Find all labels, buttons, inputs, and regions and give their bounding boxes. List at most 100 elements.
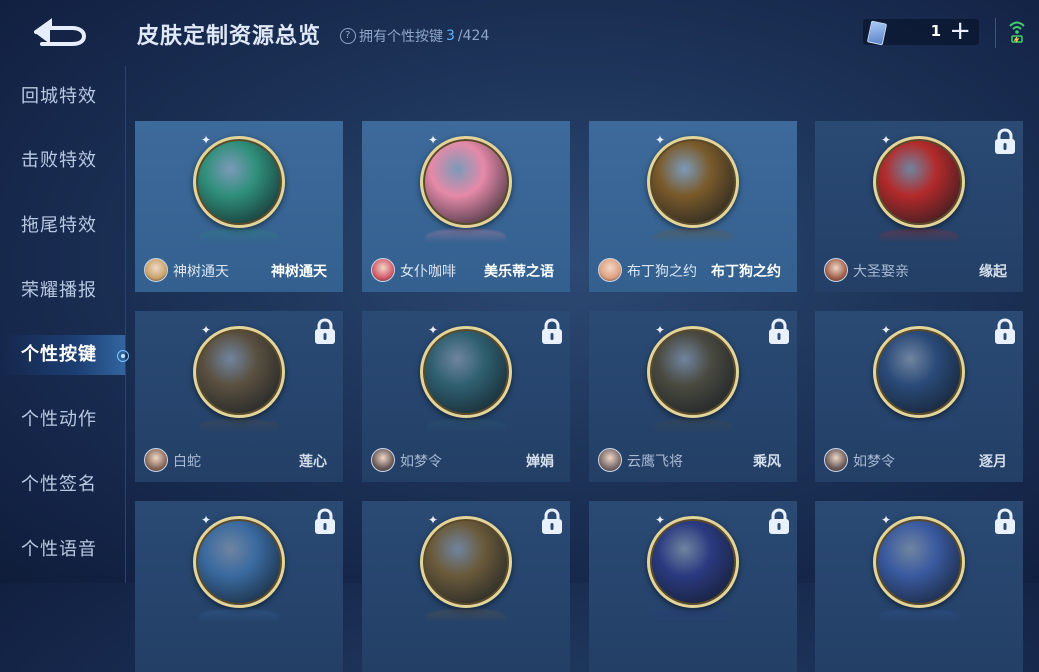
active-indicator-dot	[117, 350, 129, 362]
hero-avatar	[144, 448, 168, 472]
skin-button-card[interactable]: ✦ 如梦令 逐月	[815, 311, 1023, 482]
medal-reflection	[879, 609, 959, 623]
sparkle-icon: ✦	[655, 133, 666, 147]
hero-avatar	[371, 258, 395, 282]
hero-skin-name: 女仆咖啡	[400, 264, 456, 280]
sparkle-icon: ✦	[881, 133, 892, 147]
sparkle-icon: ✦	[655, 323, 666, 337]
lock-icon	[769, 318, 789, 344]
skin-button-medal-icon	[193, 326, 285, 418]
button-skin-name: 莲心	[299, 454, 327, 470]
skin-button-medal-icon	[420, 516, 512, 608]
skin-button-card[interactable]: ✦ 白蛇 莲心	[135, 311, 343, 482]
skin-button-medal-icon	[420, 136, 512, 228]
button-skin-name: 缘起	[979, 264, 1007, 280]
button-skin-name: 乘风	[753, 454, 781, 470]
sparkle-icon: ✦	[881, 513, 892, 527]
sparkle-icon: ✦	[201, 323, 212, 337]
medal-reflection	[879, 229, 959, 243]
wifi-icon	[1009, 21, 1025, 43]
medal-reflection	[199, 229, 279, 243]
button-skin-name: 神树通天	[271, 264, 327, 280]
coupon-card-icon	[866, 20, 888, 46]
skin-button-card[interactable]: ✦ 女仆咖啡 美乐蒂之语	[362, 121, 570, 292]
skin-button-medal-icon	[647, 516, 739, 608]
skin-button-card[interactable]: ✦ 神树通天 神树通天	[135, 121, 343, 292]
skin-button-medal-icon	[193, 516, 285, 608]
medal-reflection	[653, 419, 733, 433]
card-footer: 神树通天 神树通天	[135, 252, 343, 292]
sparkle-icon: ✦	[881, 323, 892, 337]
button-skin-name: 布丁狗之约	[711, 264, 781, 280]
sidebar-item-kill-effect[interactable]: 击败特效	[0, 141, 125, 181]
skin-button-card[interactable]: ✦ 布丁狗之约 布丁狗之约	[589, 121, 797, 292]
hero-skin-name: 如梦令	[400, 454, 442, 470]
total-count: /424	[457, 28, 490, 44]
medal-reflection	[426, 609, 506, 623]
sparkle-icon: ✦	[201, 513, 212, 527]
sparkle-icon: ✦	[201, 133, 212, 147]
sparkle-icon: ✦	[428, 323, 439, 337]
add-currency-button[interactable]: +	[949, 17, 971, 45]
skin-button-card[interactable]: ✦ 云鹰飞将 乘风	[589, 311, 797, 482]
skin-button-medal-icon	[873, 326, 965, 418]
button-skin-name: 美乐蒂之语	[484, 264, 554, 280]
skin-button-card[interactable]: ✦	[815, 501, 1023, 672]
hero-skin-name: 如梦令	[853, 454, 895, 470]
card-footer: 如梦令 婵娟	[362, 442, 570, 482]
sidebar-item-trail-effect[interactable]: 拖尾特效	[0, 206, 125, 246]
skin-button-card[interactable]: ✦	[362, 501, 570, 672]
button-skin-name: 婵娟	[526, 454, 554, 470]
hero-skin-name: 神树通天	[173, 264, 229, 280]
skin-button-card[interactable]: ✦ 大圣娶亲 缘起	[815, 121, 1023, 292]
skin-button-medal-icon	[647, 136, 739, 228]
skin-button-medal-icon	[193, 136, 285, 228]
header-divider	[995, 18, 996, 48]
lock-icon	[542, 508, 562, 534]
hero-skin-name: 白蛇	[173, 454, 201, 470]
skin-button-card[interactable]: ✦	[135, 501, 343, 672]
sparkle-icon: ✦	[428, 513, 439, 527]
back-arrow-icon[interactable]	[28, 14, 90, 50]
sidebar-item-custom-actions[interactable]: 个性动作	[0, 400, 125, 440]
lock-icon	[995, 128, 1015, 154]
card-footer: 大圣娶亲 缘起	[815, 252, 1023, 292]
medal-reflection	[653, 229, 733, 243]
hero-skin-name: 布丁狗之约	[627, 264, 697, 280]
medal-reflection	[879, 419, 959, 433]
question-icon[interactable]: ?	[336, 24, 360, 48]
subtitle-prefix: 拥有个性按键	[359, 29, 443, 45]
hero-avatar	[824, 448, 848, 472]
medal-reflection	[199, 609, 279, 623]
currency-box: 1 +	[863, 17, 979, 46]
lock-icon	[995, 318, 1015, 344]
sparkle-icon: ✦	[655, 513, 666, 527]
owned-count: 3	[446, 28, 455, 44]
skin-button-card[interactable]: ✦	[589, 501, 797, 672]
card-footer: 布丁狗之约 布丁狗之约	[589, 252, 797, 292]
sidebar-item-custom-buttons[interactable]: 个性按键	[0, 335, 125, 375]
hero-avatar	[598, 448, 622, 472]
sidebar-item-custom-voice[interactable]: 个性语音	[0, 530, 125, 570]
top-bar: 皮肤定制资源总览 ? 拥有个性按键 3 /424 1 +	[0, 0, 1039, 66]
skin-button-medal-icon	[873, 516, 965, 608]
medal-reflection	[426, 419, 506, 433]
hero-avatar	[144, 258, 168, 282]
lock-icon	[542, 318, 562, 344]
lock-icon	[995, 508, 1015, 534]
card-footer: 白蛇 莲心	[135, 442, 343, 482]
button-skin-name: 逐月	[979, 454, 1007, 470]
sidebar-item-recall-effect[interactable]: 回城特效	[0, 77, 125, 117]
lock-icon	[315, 318, 335, 344]
currency-amount: 1	[930, 22, 941, 40]
hero-skin-name: 大圣娶亲	[853, 264, 909, 280]
medal-reflection	[199, 419, 279, 433]
page-title: 皮肤定制资源总览	[137, 24, 322, 49]
skin-button-card[interactable]: ✦ 如梦令 婵娟	[362, 311, 570, 482]
skin-button-medal-icon	[647, 326, 739, 418]
lock-icon	[315, 508, 335, 534]
sidebar-item-custom-signature[interactable]: 个性签名	[0, 465, 125, 505]
lock-icon	[769, 508, 789, 534]
hero-avatar	[371, 448, 395, 472]
sidebar-item-glory-broadcast[interactable]: 荣耀播报	[0, 271, 125, 311]
